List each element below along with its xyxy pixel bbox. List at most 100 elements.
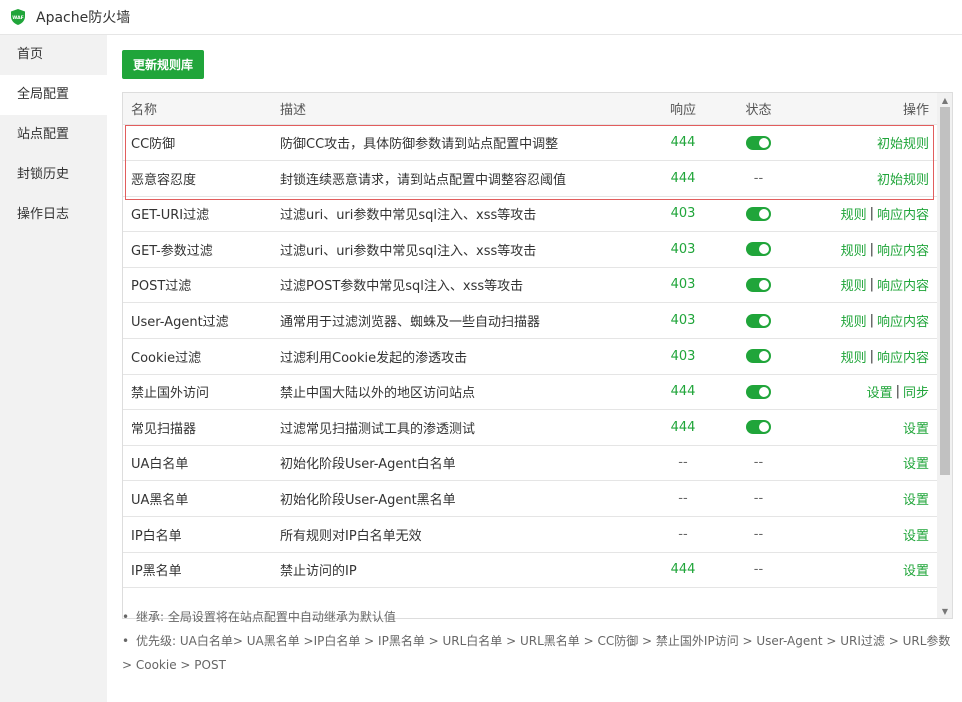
rule-status-empty: -- [753,526,764,542]
table-row: POST过滤 过滤POST参数中常见sql注入、xss等攻击 403 规则 | 响应内容 [123,267,937,304]
status-toggle[interactable] [746,420,771,435]
operation-link[interactable]: 设置 [903,560,929,579]
rule-response-code: 403 [670,313,696,328]
rule-description: 初始化阶段User-Agent黑名单 [280,493,456,508]
operation-link[interactable]: 规则 [841,311,867,330]
link-separator: | [869,206,874,222]
rule-operations: 初始规则 [877,161,929,196]
rule-operations: 规则 | 响应内容 [841,339,929,374]
sidebar-item[interactable]: 封锁历史 [0,155,107,195]
operation-link[interactable]: 响应内容 [877,311,929,330]
toggle-knob [759,137,769,148]
rule-operations: 设置 [903,410,929,445]
bullet-icon: • [122,610,130,624]
update-rules-button[interactable]: 更新规则库 [122,50,204,79]
table-row: IP白名单 所有规则对IP白名单无效 -- -- 设置 [123,517,937,553]
operation-link[interactable]: 设置 [867,382,893,401]
status-toggle[interactable] [746,313,771,328]
toggle-knob [759,351,769,362]
app-title: Apache防火墙 [36,10,131,26]
rule-status-empty: -- [753,455,764,471]
status-toggle[interactable] [746,135,771,150]
rule-response-code: 444 [670,384,696,400]
rule-name: IP白名单 [131,528,182,544]
header-status: 状态 [745,103,772,118]
table-row: UA黑名单 初始化阶段User-Agent黑名单 -- -- 设置 [123,481,937,517]
sidebar-item[interactable]: 全局配置 [0,75,107,115]
toggle-knob [759,422,769,433]
rule-description: 过滤uri、uri参数中常见sql注入、xss等攻击 [280,208,537,224]
link-separator: | [869,313,874,328]
operation-link[interactable]: 设置 [903,418,929,437]
sidebar: 首页 全局配置 站点配置 封锁历史 操作日志 [0,35,107,702]
main-panel: 更新规则库 名称 描述 响应 状态 操作 CC防御 防御CC攻击，具体防御参数请到… [107,35,962,702]
rule-description: 过滤uri、uri参数中常见sql注入、xss等攻击 [280,243,537,259]
rule-name: 禁止国外访问 [131,386,210,402]
toggle-knob [759,244,769,255]
note-text: 优先级: UA白名单> UA黑名单 >IP白名单 > IP黑名单 > URL白名… [122,634,951,672]
toggle-knob [759,279,769,290]
status-toggle[interactable] [746,277,771,292]
scroll-up-arrow-icon[interactable]: ▲ [937,93,952,107]
toggle-knob [759,315,769,326]
status-toggle[interactable] [746,384,771,399]
status-toggle[interactable] [746,206,771,221]
rule-description: 过滤POST参数中常见sql注入、xss等攻击 [280,279,524,295]
operation-link[interactable]: 设置 [903,453,929,472]
table-row: Cookie过滤 过滤利用Cookie发起的渗透攻击 403 规则 | 响应内容 [123,339,937,375]
rule-operations: 规则 | 响应内容 [841,196,929,231]
operation-link[interactable]: 规则 [841,204,867,223]
scroll-thumb[interactable] [940,107,950,475]
rule-name: 恶意容忍度 [131,172,197,188]
toggle-knob [759,208,769,219]
rule-status [731,374,786,409]
table-row: 常见扫描器 过滤常见扫描测试工具的渗透测试 444 设置 [123,410,937,446]
operation-link[interactable]: 响应内容 [877,347,929,366]
rule-description: 禁止访问的IP [280,564,357,580]
operation-link[interactable]: 设置 [903,525,929,544]
link-separator: | [869,241,874,257]
rule-status [731,410,786,445]
rule-operations: 初始规则 [877,125,929,160]
notes-list: • 继承: 全局设置将在站点配置中自动继承为默认值 • 优先级: UA白名单> UA黑… [122,605,952,677]
operation-link[interactable]: 同步 [903,382,929,401]
operation-link[interactable]: 规则 [841,240,867,259]
operation-link[interactable]: 响应内容 [877,275,929,294]
table-row: UA白名单 初始化阶段User-Agent白名单 -- -- 设置 [123,445,937,482]
rule-status-empty: -- [753,491,764,506]
rule-operations: 规则 | 响应内容 [841,267,929,302]
header-response: 响应 [669,103,696,118]
rule-status-empty: -- [753,562,764,578]
title-bar: WAF Apache防火墙 [0,0,962,35]
operation-link[interactable]: 初始规则 [877,169,929,188]
operation-link[interactable]: 规则 [841,347,867,366]
operation-link[interactable]: 响应内容 [877,204,929,223]
operation-link[interactable]: 响应内容 [877,240,929,259]
status-toggle[interactable] [746,242,771,257]
rule-response-code: 403 [670,348,696,364]
header-operation: 操作 [902,103,929,118]
sidebar-item[interactable]: 站点配置 [0,115,107,155]
rule-description: 禁止中国大陆以外的地区访问站点 [280,386,476,402]
rule-response-code: -- [678,455,688,471]
vertical-scrollbar[interactable]: ▲ ▼ [937,93,952,618]
rule-operations: 设置 [903,517,929,552]
rule-status [731,339,786,374]
logo-text: WAF [12,15,24,21]
rule-name: 常见扫描器 [131,421,197,437]
rule-description: 防御CC攻击，具体防御参数请到站点配置中调整 [280,137,559,152]
rule-status-empty: -- [753,170,764,186]
note-item: • 继承: 全局设置将在站点配置中自动继承为默认值 [122,605,952,629]
operation-link[interactable]: 设置 [903,489,929,508]
rule-response-code: 444 [670,135,696,150]
note-text: 继承: 全局设置将在站点配置中自动继承为默认值 [136,610,396,624]
operation-link[interactable]: 初始规则 [877,133,929,152]
rule-description: 过滤常见扫描测试工具的渗透测试 [280,421,476,437]
rule-name: GET-URI过滤 [131,208,210,224]
link-separator: | [869,348,874,364]
sidebar-item[interactable]: 首页 [0,35,107,75]
sidebar-item[interactable]: 操作日志 [0,195,107,235]
rule-name: CC防御 [131,137,176,152]
status-toggle[interactable] [746,349,771,364]
operation-link[interactable]: 规则 [841,275,867,294]
